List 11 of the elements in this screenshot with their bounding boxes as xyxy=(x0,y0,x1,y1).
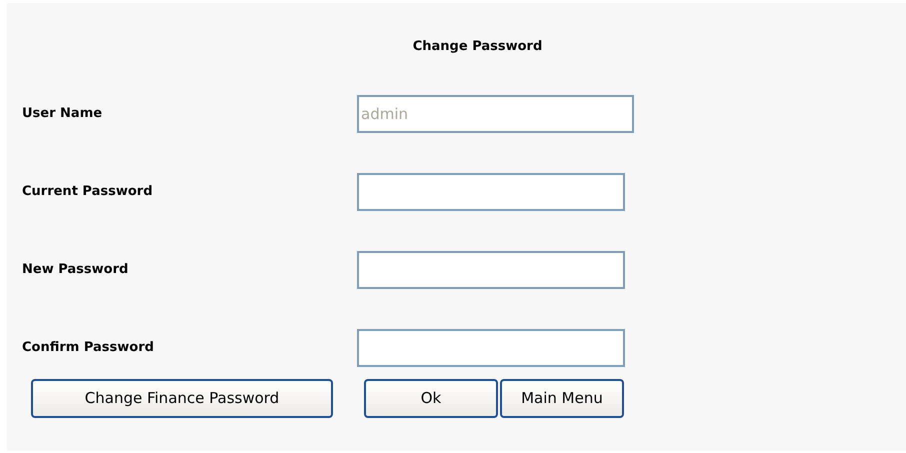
field-label: Confirm Password xyxy=(21,338,155,357)
field-label: New Password xyxy=(21,260,130,279)
form-button[interactable]: Change Finance Password xyxy=(31,378,333,418)
field-label: Current Password xyxy=(21,182,154,201)
text-field[interactable] xyxy=(357,172,625,210)
form-button[interactable]: Ok xyxy=(364,378,498,418)
form-button[interactable]: Main Menu xyxy=(500,378,624,418)
text-field[interactable] xyxy=(357,250,625,288)
page-title: Change Password xyxy=(412,38,542,56)
field-label: User Name xyxy=(21,104,104,123)
text-field[interactable] xyxy=(357,328,625,366)
